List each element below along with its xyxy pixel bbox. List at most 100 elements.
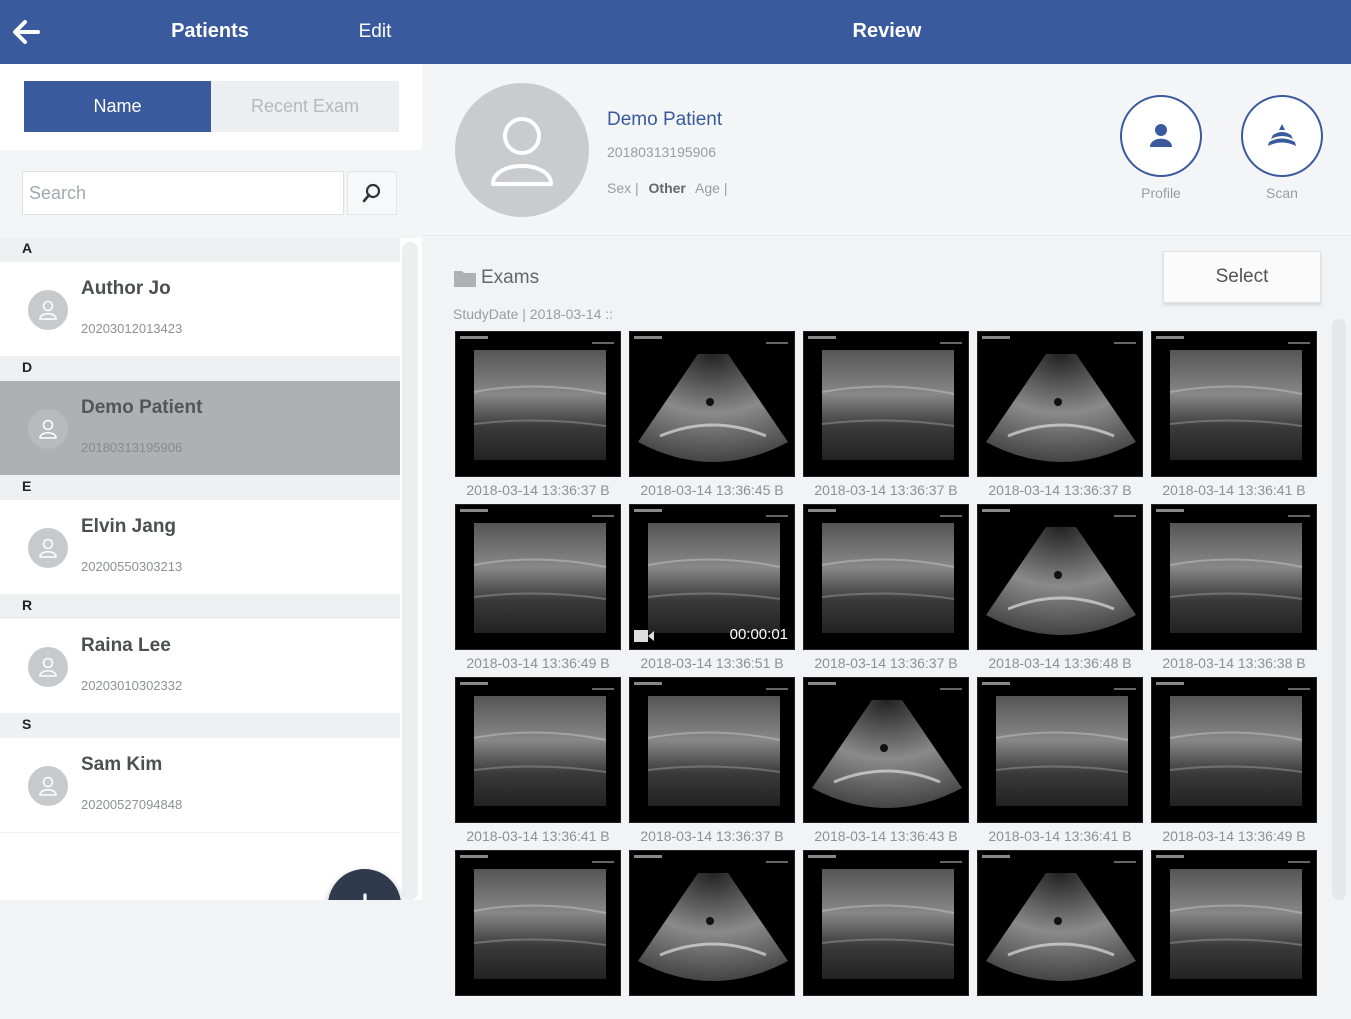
list-item[interactable]: Raina Lee 20203010302332 bbox=[0, 619, 400, 714]
thumbnail-caption: 2018-03-14 13:36:51 B bbox=[640, 655, 784, 671]
review-panel: Demo Patient 20180313195906 Sex | Other … bbox=[422, 64, 1351, 996]
exam-thumbnail[interactable]: 00:00:01 2018-03-14 13:36:51 B bbox=[629, 504, 795, 673]
thumbnail-caption: 2018-03-14 13:36:38 B bbox=[1162, 655, 1306, 671]
patient-name: Author Jo bbox=[81, 278, 171, 299]
thumbnail-caption: 2018-03-14 13:36:45 B bbox=[640, 482, 784, 498]
exams-header: Exams bbox=[453, 267, 539, 289]
sex-label: Sex | bbox=[607, 180, 639, 196]
ultrasound-image[interactable] bbox=[455, 504, 621, 650]
sex-value: Other bbox=[648, 180, 686, 196]
patient-list-panel: Name Recent Exam A Author Jo 20203012013… bbox=[0, 64, 422, 900]
search-icon bbox=[362, 183, 381, 203]
person-icon bbox=[39, 776, 57, 796]
scan-button[interactable] bbox=[1241, 95, 1323, 177]
ultrasound-image[interactable] bbox=[977, 850, 1143, 996]
patient-id: 20180313195906 bbox=[607, 144, 717, 160]
patient-avatar bbox=[455, 83, 589, 217]
ultrasound-image[interactable] bbox=[803, 504, 969, 650]
list-scrollbar[interactable] bbox=[402, 242, 418, 900]
search-button[interactable] bbox=[347, 171, 397, 215]
ultrasound-image[interactable] bbox=[1151, 504, 1317, 650]
avatar bbox=[28, 766, 68, 806]
back-arrow-icon[interactable] bbox=[10, 16, 42, 48]
ultrasound-image[interactable] bbox=[629, 850, 795, 996]
patient-id: 20180313195906 bbox=[81, 440, 183, 455]
patient-name: Sam Kim bbox=[81, 754, 163, 775]
ultrasound-image[interactable] bbox=[803, 677, 969, 823]
thumbnail-caption bbox=[1151, 1001, 1317, 1019]
thumbnail-caption: 2018-03-14 13:36:48 B bbox=[988, 655, 1132, 671]
exam-thumbnail[interactable]: 2018-03-14 13:36:37 B bbox=[629, 677, 795, 846]
thumbnail-caption bbox=[455, 1001, 621, 1019]
ultrasound-image[interactable]: 00:00:01 bbox=[629, 504, 795, 650]
exam-thumbnail[interactable]: 2018-03-14 13:36:41 B bbox=[977, 677, 1143, 846]
grid-scrollbar[interactable] bbox=[1332, 319, 1346, 900]
ultrasound-image[interactable] bbox=[977, 677, 1143, 823]
add-patient-button[interactable] bbox=[328, 869, 401, 900]
exam-thumbnail[interactable]: 2018-03-14 13:36:37 B bbox=[455, 331, 621, 500]
exam-thumbnail[interactable]: 2018-03-14 13:36:45 B bbox=[629, 331, 795, 500]
profile-icon bbox=[1150, 124, 1172, 147]
ultrasound-image[interactable] bbox=[803, 850, 969, 996]
ultrasound-image[interactable] bbox=[977, 504, 1143, 650]
patient-id: 20200527094848 bbox=[81, 797, 183, 812]
exam-thumbnail[interactable] bbox=[629, 850, 795, 1019]
thumbnail-caption: 2018-03-14 13:36:41 B bbox=[988, 828, 1132, 844]
thumbnail-caption: 2018-03-14 13:36:41 B bbox=[1162, 482, 1306, 498]
list-item[interactable]: Author Jo 20203012013423 bbox=[0, 262, 400, 357]
patient-id: 20203010302332 bbox=[81, 678, 183, 693]
avatar bbox=[28, 290, 68, 330]
thumbnail-caption: 2018-03-14 13:36:37 B bbox=[466, 482, 610, 498]
plus-icon bbox=[362, 892, 367, 900]
exam-thumbnail[interactable] bbox=[977, 850, 1143, 1019]
person-icon bbox=[491, 117, 553, 186]
list-item[interactable]: Elvin Jang 20200550303213 bbox=[0, 500, 400, 595]
thumbnail-caption: 2018-03-14 13:36:37 B bbox=[988, 482, 1132, 498]
exam-thumbnail[interactable]: 2018-03-14 13:36:48 B bbox=[977, 504, 1143, 673]
person-icon bbox=[39, 538, 57, 558]
exam-thumbnail[interactable]: 2018-03-14 13:36:49 B bbox=[455, 504, 621, 673]
patient-list: A Author Jo 20203012013423 D Demo Patien… bbox=[0, 238, 400, 833]
list-item[interactable]: Demo Patient 20180313195906 bbox=[0, 381, 400, 476]
ultrasound-image[interactable] bbox=[629, 331, 795, 477]
search-input[interactable] bbox=[22, 171, 344, 215]
thumbnail-caption bbox=[629, 1001, 795, 1019]
person-icon bbox=[39, 657, 57, 677]
person-icon bbox=[39, 300, 57, 320]
ultrasound-image[interactable] bbox=[455, 331, 621, 477]
section-letter: A bbox=[0, 238, 400, 262]
exam-thumbnail[interactable]: 2018-03-14 13:36:37 B bbox=[803, 331, 969, 500]
ultrasound-image[interactable] bbox=[455, 850, 621, 996]
exam-thumbnail[interactable] bbox=[1151, 850, 1317, 1019]
exam-thumbnail[interactable] bbox=[803, 850, 969, 1019]
ultrasound-image[interactable] bbox=[1151, 850, 1317, 996]
profile-button[interactable] bbox=[1120, 95, 1202, 177]
ultrasound-image[interactable] bbox=[455, 677, 621, 823]
person-icon bbox=[39, 419, 57, 439]
ultrasound-image[interactable] bbox=[1151, 331, 1317, 477]
thumbnail-caption bbox=[977, 1001, 1143, 1019]
ultrasound-image[interactable] bbox=[1151, 677, 1317, 823]
ultrasound-image[interactable] bbox=[629, 677, 795, 823]
exam-thumbnail[interactable]: 2018-03-14 13:36:37 B bbox=[977, 331, 1143, 500]
select-button[interactable]: Select bbox=[1163, 251, 1321, 303]
list-item[interactable]: Sam Kim 20200527094848 bbox=[0, 738, 400, 833]
exam-thumbnail[interactable]: 2018-03-14 13:36:41 B bbox=[455, 677, 621, 846]
ultrasound-image[interactable] bbox=[803, 331, 969, 477]
tab-recent-exam[interactable]: Recent Exam bbox=[211, 81, 399, 132]
exam-thumbnail[interactable]: 2018-03-14 13:36:43 B bbox=[803, 677, 969, 846]
exam-thumbnail[interactable] bbox=[455, 850, 621, 1019]
exam-thumbnail[interactable]: 2018-03-14 13:36:38 B bbox=[1151, 504, 1317, 673]
edit-button[interactable]: Edit bbox=[345, 21, 405, 43]
folder-icon bbox=[454, 271, 476, 287]
tab-name[interactable]: Name bbox=[24, 81, 211, 132]
ultrasound-image[interactable] bbox=[977, 331, 1143, 477]
thumbnail-caption: 2018-03-14 13:36:49 B bbox=[1162, 828, 1306, 844]
exam-thumbnail[interactable]: 2018-03-14 13:36:37 B bbox=[803, 504, 969, 673]
thumbnail-caption: 2018-03-14 13:36:49 B bbox=[466, 655, 610, 671]
exam-thumbnail[interactable]: 2018-03-14 13:36:41 B bbox=[1151, 331, 1317, 500]
thumbnail-caption: 2018-03-14 13:36:37 B bbox=[814, 655, 958, 671]
sort-segmented-control: Name Recent Exam bbox=[24, 81, 399, 132]
exam-thumbnail[interactable]: 2018-03-14 13:36:49 B bbox=[1151, 677, 1317, 846]
video-duration: 00:00:01 bbox=[729, 626, 788, 643]
